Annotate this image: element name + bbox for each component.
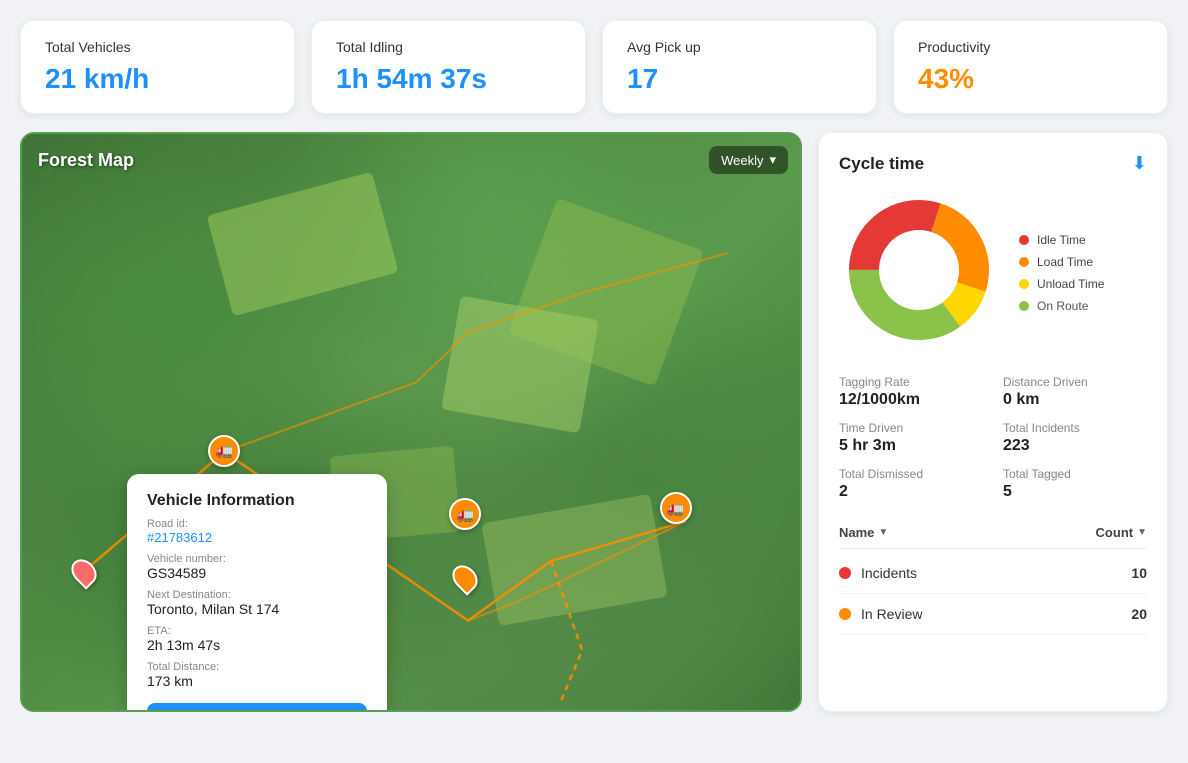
panel-header: Cycle time ⬇	[839, 153, 1147, 174]
total-vehicles-value: 21 km/h	[45, 63, 270, 95]
name-sort-icon: ▼	[878, 527, 888, 538]
right-panel: Cycle time ⬇	[818, 132, 1168, 712]
vehicle-icon-1: 🚛	[208, 435, 240, 467]
chart-container: Idle Time Load Time Unload Time On Route	[839, 190, 1147, 355]
avg-pickup-value: 17	[627, 63, 852, 95]
avg-pickup-card: Avg Pick up 17	[602, 20, 877, 114]
weekly-label: Weekly	[721, 153, 763, 168]
total-idling-label: Total Idling	[336, 39, 561, 55]
total-dismissed-label: Total Dismissed	[839, 467, 983, 481]
time-driven-item: Time Driven 5 hr 3m	[839, 421, 983, 455]
road-id-value: #21783612	[147, 530, 367, 545]
vehicle-icon-2: 🚛	[449, 498, 481, 530]
popup-title: Vehicle Information	[147, 492, 367, 510]
tagging-rate-item: Tagging Rate 12/1000km	[839, 375, 983, 409]
total-idling-value: 1h 54m 37s	[336, 63, 561, 95]
productivity-card: Productivity 43%	[893, 20, 1168, 114]
legend-idle: Idle Time	[1019, 233, 1104, 247]
total-dist-value: 173 km	[147, 673, 367, 689]
map-section: 🚛 🚛 🚛 Forest Map Weekly ▾ Vehicle Inform…	[20, 132, 802, 712]
unload-label: Unload Time	[1037, 277, 1104, 291]
road-id-label: Road id:	[147, 518, 367, 530]
total-dismissed-value: 2	[839, 483, 983, 501]
vehicle-number-value: GS34589	[147, 565, 367, 581]
total-tagged-label: Total Tagged	[1003, 467, 1147, 481]
weekly-period-button[interactable]: Weekly ▾	[709, 146, 788, 174]
load-dot	[1019, 257, 1029, 267]
incidents-name: Incidents	[861, 565, 917, 581]
total-tagged-value: 5	[1003, 483, 1147, 501]
total-incidents-item: Total Incidents 223	[1003, 421, 1147, 455]
total-vehicles-label: Total Vehicles	[45, 39, 270, 55]
distance-driven-value: 0 km	[1003, 391, 1147, 409]
next-dest-value: Toronto, Milan St 174	[147, 601, 367, 617]
incidents-row-left: Incidents	[839, 565, 917, 581]
stats-row: Total Vehicles 21 km/h Total Idling 1h 5…	[20, 20, 1168, 114]
total-dismissed-item: Total Dismissed 2	[839, 467, 983, 501]
vehicle-marker-2[interactable]: 🚛	[449, 498, 481, 530]
map-title: Forest Map	[38, 150, 134, 171]
time-driven-value: 5 hr 3m	[839, 437, 983, 455]
vehicle-marker-1[interactable]: 🚛	[208, 435, 240, 467]
next-dest-label: Next Destination:	[147, 589, 367, 601]
count-sort-icon: ▼	[1137, 527, 1147, 538]
onroute-dot	[1019, 301, 1029, 311]
load-label: Load Time	[1037, 255, 1093, 269]
stats-grid: Tagging Rate 12/1000km Distance Driven 0…	[839, 375, 1147, 501]
new-pickup-button[interactable]: New Pick Up On Route	[147, 703, 367, 712]
main-row: 🚛 🚛 🚛 Forest Map Weekly ▾ Vehicle Inform…	[20, 132, 1168, 712]
panel-title: Cycle time	[839, 154, 924, 174]
location-pin-1	[73, 558, 95, 586]
eta-value: 2h 13m 47s	[147, 637, 367, 653]
productivity-value: 43%	[918, 63, 1143, 95]
inreview-name: In Review	[861, 606, 922, 622]
total-dist-label: Total Distance:	[147, 661, 367, 673]
legend-load: Load Time	[1019, 255, 1104, 269]
idle-label: Idle Time	[1037, 233, 1086, 247]
table-row-inreview: In Review 20	[839, 594, 1147, 635]
time-driven-label: Time Driven	[839, 421, 983, 435]
count-col-label: Count	[1096, 525, 1134, 540]
name-col-header[interactable]: Name ▼	[839, 525, 888, 540]
eta-label: ETA:	[147, 625, 367, 637]
count-col-header[interactable]: Count ▼	[1096, 525, 1147, 540]
distance-driven-label: Distance Driven	[1003, 375, 1147, 389]
onroute-label: On Route	[1037, 299, 1088, 313]
name-col-label: Name	[839, 525, 874, 540]
location-pin-2	[454, 564, 476, 592]
donut-chart	[839, 190, 999, 355]
incidents-count: 10	[1131, 565, 1147, 581]
tagging-rate-label: Tagging Rate	[839, 375, 983, 389]
vehicle-info-popup: Vehicle Information Road id: #21783612 V…	[127, 474, 387, 712]
total-tagged-item: Total Tagged 5	[1003, 467, 1147, 501]
unload-dot	[1019, 279, 1029, 289]
chevron-down-icon: ▾	[769, 152, 776, 168]
total-vehicles-card: Total Vehicles 21 km/h	[20, 20, 295, 114]
table-header: Name ▼ Count ▼	[839, 517, 1147, 549]
productivity-label: Productivity	[918, 39, 1143, 55]
vehicle-icon-3: 🚛	[660, 492, 692, 524]
download-icon[interactable]: ⬇	[1132, 153, 1147, 174]
legend-unload: Unload Time	[1019, 277, 1104, 291]
table-row-incidents: Incidents 10	[839, 553, 1147, 594]
inreview-dot	[839, 608, 851, 620]
inreview-row-left: In Review	[839, 606, 922, 622]
incidents-dot	[839, 567, 851, 579]
avg-pickup-label: Avg Pick up	[627, 39, 852, 55]
inreview-count: 20	[1131, 606, 1147, 622]
total-incidents-value: 223	[1003, 437, 1147, 455]
total-incidents-label: Total Incidents	[1003, 421, 1147, 435]
idle-dot	[1019, 235, 1029, 245]
legend-onroute: On Route	[1019, 299, 1104, 313]
distance-driven-item: Distance Driven 0 km	[1003, 375, 1147, 409]
chart-legend: Idle Time Load Time Unload Time On Route	[1019, 233, 1104, 313]
vehicle-marker-3[interactable]: 🚛	[660, 492, 692, 524]
tagging-rate-value: 12/1000km	[839, 391, 983, 409]
vehicle-number-label: Vehicle number:	[147, 553, 367, 565]
total-idling-card: Total Idling 1h 54m 37s	[311, 20, 586, 114]
